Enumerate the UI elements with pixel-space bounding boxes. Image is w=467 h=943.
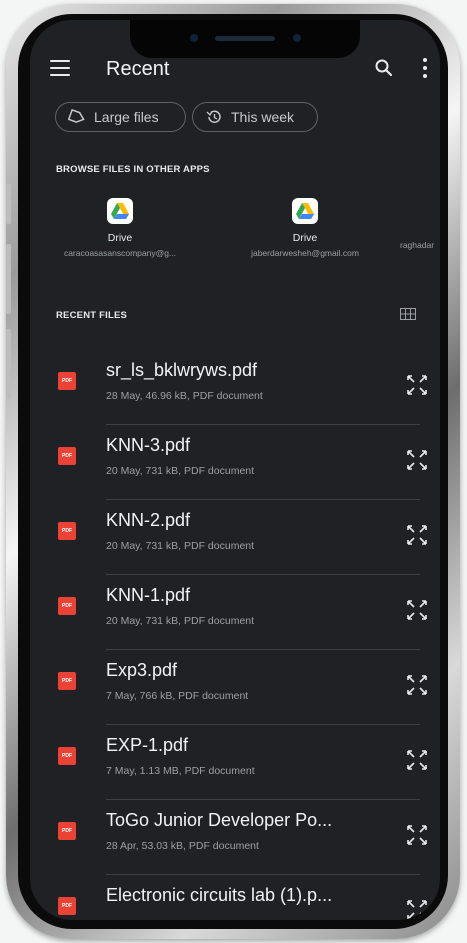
file-meta: 20 May, 731 kB, PDF document	[106, 465, 255, 477]
expand-icon[interactable]	[404, 747, 430, 773]
file-row[interactable]: PDF Electronic circuits lab (1).p...	[30, 875, 440, 920]
menu-icon[interactable]	[50, 60, 70, 76]
app-account: raghadar	[400, 240, 435, 250]
chip-label: This week	[231, 109, 295, 125]
expand-icon[interactable]	[404, 672, 430, 698]
pdf-file-icon: PDF	[58, 597, 76, 615]
speaker	[215, 36, 275, 41]
side-button	[6, 184, 11, 224]
file-meta: 28 May, 46.96 kB, PDF document	[106, 390, 263, 402]
expand-icon[interactable]	[404, 897, 430, 920]
app-account: jaberdarwesheh@gmail.com	[251, 248, 359, 258]
app-tile-partial[interactable]: raghadar	[400, 198, 440, 250]
pdf-file-icon: PDF	[58, 822, 76, 840]
large-files-chip[interactable]: Large files	[55, 102, 186, 132]
history-icon	[206, 110, 221, 123]
file-name: KNN-2.pdf	[106, 510, 191, 530]
pdf-file-icon: PDF	[58, 672, 76, 690]
expand-icon[interactable]	[404, 822, 430, 848]
screen: Recent Large files This week BROWSE FILE…	[30, 20, 440, 920]
file-row[interactable]: PDF KNN-1.pdf 20 May, 731 kB, PDF document	[30, 575, 440, 650]
app-name: Drive	[107, 232, 133, 244]
file-meta: 28 Apr, 53.03 kB, PDF document	[106, 840, 259, 852]
google-drive-icon	[107, 198, 133, 224]
app-account: caracoasasanscompany@g...	[63, 248, 177, 258]
file-name: EXP-1.pdf	[106, 735, 189, 755]
grid-view-icon[interactable]	[400, 308, 416, 320]
file-row[interactable]: PDF Exp3.pdf 7 May, 766 kB, PDF document	[30, 650, 440, 725]
chip-label: Large files	[94, 109, 159, 125]
file-row[interactable]: PDF KNN-3.pdf 20 May, 731 kB, PDF document	[30, 425, 440, 500]
front-camera	[293, 34, 301, 42]
file-meta: 20 May, 731 kB, PDF document	[106, 615, 255, 627]
app-name: Drive	[292, 232, 318, 244]
page-title: Recent	[106, 58, 170, 80]
expand-icon[interactable]	[404, 597, 430, 623]
this-week-chip[interactable]: This week	[192, 102, 318, 132]
file-name: KNN-3.pdf	[106, 435, 191, 455]
pdf-file-icon: PDF	[58, 372, 76, 390]
drive-app-tile[interactable]: Drive caracoasasanscompany@g...	[40, 198, 200, 258]
file-name: KNN-1.pdf	[106, 585, 191, 605]
file-row[interactable]: PDF sr_ls_bklwryws.pdf 28 May, 46.96 kB, P…	[30, 350, 440, 425]
side-button	[6, 244, 11, 314]
file-name: Electronic circuits lab (1).p...	[106, 885, 333, 905]
file-name: ToGo Junior Developer Po...	[106, 810, 333, 830]
expand-icon[interactable]	[404, 447, 430, 473]
browse-section-heading: BROWSE FILES IN OTHER APPS	[56, 164, 210, 175]
file-meta: 7 May, 1.13 MB, PDF document	[106, 765, 255, 777]
recent-files-list: PDF sr_ls_bklwryws.pdf 28 May, 46.96 kB, P…	[30, 350, 440, 920]
more-options-icon[interactable]	[422, 58, 428, 80]
recent-files-heading: RECENT FILES	[56, 310, 128, 321]
search-icon[interactable]	[374, 58, 394, 78]
notch	[130, 20, 360, 58]
pdf-file-icon: PDF	[58, 522, 76, 540]
sensor	[190, 34, 198, 42]
file-meta: 20 May, 731 kB, PDF document	[106, 540, 255, 552]
google-drive-icon	[292, 198, 318, 224]
pdf-file-icon: PDF	[58, 747, 76, 765]
expand-icon[interactable]	[404, 522, 430, 548]
file-row[interactable]: PDF KNN-2.pdf 20 May, 731 kB, PDF document	[30, 500, 440, 575]
file-row[interactable]: PDF ToGo Junior Developer Po... 28 Apr, 53…	[30, 800, 440, 875]
file-name: sr_ls_bklwryws.pdf	[106, 360, 258, 380]
pdf-file-icon: PDF	[58, 447, 76, 465]
pdf-file-icon: PDF	[58, 897, 76, 915]
side-button	[6, 329, 11, 399]
file-meta: 7 May, 766 kB, PDF document	[106, 690, 249, 702]
drive-app-tile[interactable]: Drive jaberdarwesheh@gmail.com	[225, 198, 385, 258]
expand-icon[interactable]	[404, 372, 430, 398]
file-row[interactable]: PDF EXP-1.pdf 7 May, 1.13 MB, PDF document	[30, 725, 440, 800]
tag-icon	[68, 109, 85, 123]
file-name: Exp3.pdf	[106, 660, 178, 680]
